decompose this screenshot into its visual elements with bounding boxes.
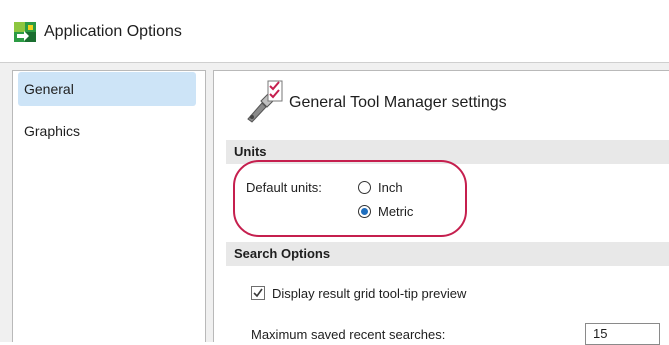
panel-header: General Tool Manager settings	[289, 94, 507, 111]
tooltip-preview-checkbox[interactable]	[251, 286, 265, 300]
section-header-search-options: Search Options	[226, 242, 669, 266]
settings-panel: General Tool Manager settings Units Defa…	[213, 70, 669, 345]
sidebar-item-label: Graphics	[24, 123, 81, 139]
app-logo-icon	[14, 22, 36, 42]
sidebar-item-general[interactable]: General	[18, 72, 196, 106]
units-highlight-ellipse	[233, 160, 467, 237]
sidebar-item-graphics[interactable]: Graphics	[18, 114, 196, 148]
max-saved-searches-input[interactable]: 15	[585, 323, 660, 345]
max-saved-searches-label: Maximum saved recent searches:	[251, 327, 446, 342]
tool-manager-icon	[247, 80, 283, 123]
window-title: Application Options	[44, 23, 182, 40]
sidebar-item-label: General	[24, 81, 74, 97]
title-bar: Application Options	[0, 0, 669, 62]
application-options-window: Application Options General Graphics Gen…	[0, 0, 669, 345]
options-sidebar: General Graphics	[12, 70, 206, 342]
checkmark-icon	[253, 288, 263, 298]
tooltip-preview-label[interactable]: Display result grid tool-tip preview	[272, 286, 466, 301]
